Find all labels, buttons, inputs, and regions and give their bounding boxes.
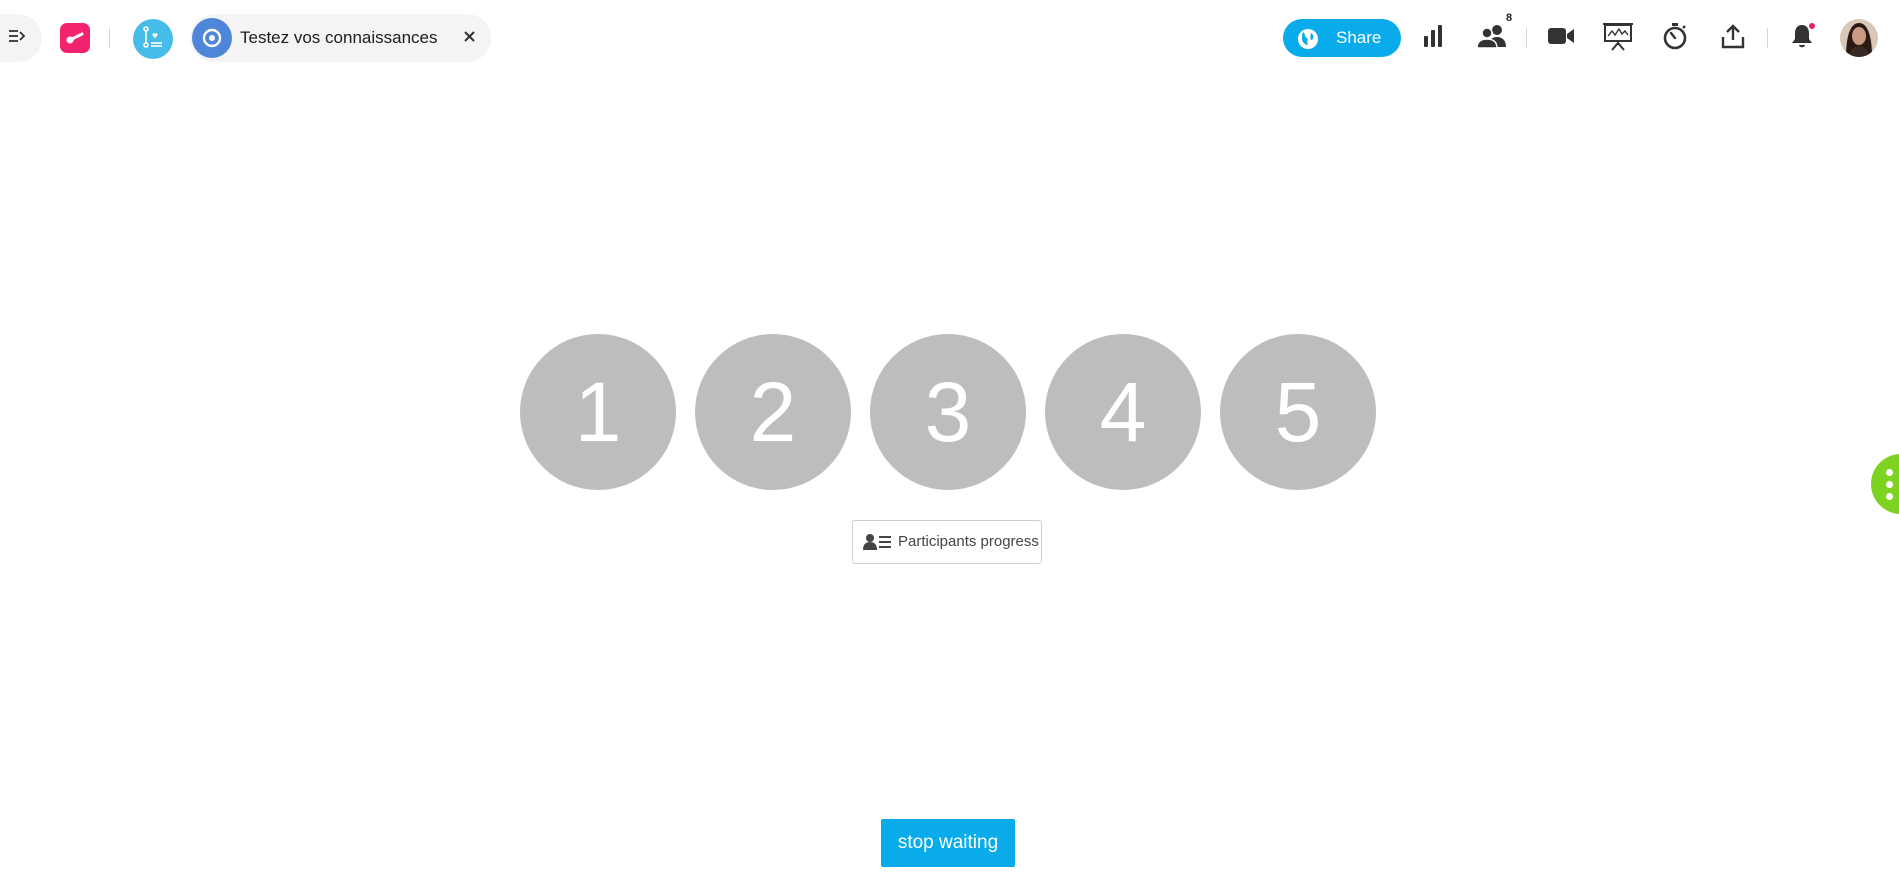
toolbar-divider — [109, 28, 110, 48]
avatar[interactable] — [1840, 19, 1878, 57]
toolbar-divider — [1526, 28, 1527, 48]
video-camera-icon — [1547, 26, 1575, 51]
session-title: Testez vos connaissances — [240, 28, 438, 47]
globe-icon — [1297, 28, 1319, 55]
sidebar-toggle-button[interactable] — [0, 14, 42, 62]
share-button[interactable]: Share — [1283, 19, 1401, 57]
activity-list-button[interactable] — [133, 19, 173, 59]
question-circle-4[interactable]: 4 — [1045, 334, 1201, 490]
upload-icon — [1721, 23, 1745, 54]
target-icon — [192, 18, 232, 58]
share-label: Share — [1336, 28, 1382, 47]
participants-progress-label: Participants progress — [898, 533, 1039, 550]
close-icon — [463, 29, 475, 47]
close-session-button[interactable] — [459, 28, 479, 48]
question-circle-1[interactable]: 1 — [520, 334, 676, 490]
presentation-button[interactable] — [1600, 20, 1636, 56]
question-circle-3[interactable]: 3 — [870, 334, 1026, 490]
participants-count-badge: 8 — [1506, 12, 1513, 24]
stop-waiting-button[interactable]: stop waiting — [881, 819, 1015, 867]
top-toolbar: Testez vos connaissances Share 8 — [0, 0, 1899, 76]
timer-button[interactable] — [1657, 20, 1693, 56]
results-button[interactable] — [1415, 20, 1451, 56]
participants-icon — [1476, 23, 1508, 54]
export-button[interactable] — [1715, 20, 1751, 56]
side-panel-handle[interactable] — [1871, 454, 1899, 514]
participant-list-icon — [863, 533, 891, 556]
participants-button[interactable] — [1474, 20, 1510, 56]
stopwatch-icon — [1661, 22, 1689, 55]
bar-chart-icon — [1422, 24, 1444, 53]
activity-list-icon — [142, 25, 164, 54]
app-logo-icon[interactable] — [60, 23, 90, 53]
participants-progress-button[interactable]: Participants progress — [852, 520, 1042, 564]
question-circle-2[interactable]: 2 — [695, 334, 851, 490]
question-circle-5[interactable]: 5 — [1220, 334, 1376, 490]
session-tab[interactable]: Testez vos connaissances — [190, 14, 491, 62]
video-button[interactable] — [1543, 20, 1579, 56]
presentation-icon — [1602, 21, 1634, 56]
toolbar-divider — [1767, 28, 1768, 48]
collapse-sidebar-icon — [8, 29, 26, 48]
notification-dot — [1809, 23, 1815, 29]
